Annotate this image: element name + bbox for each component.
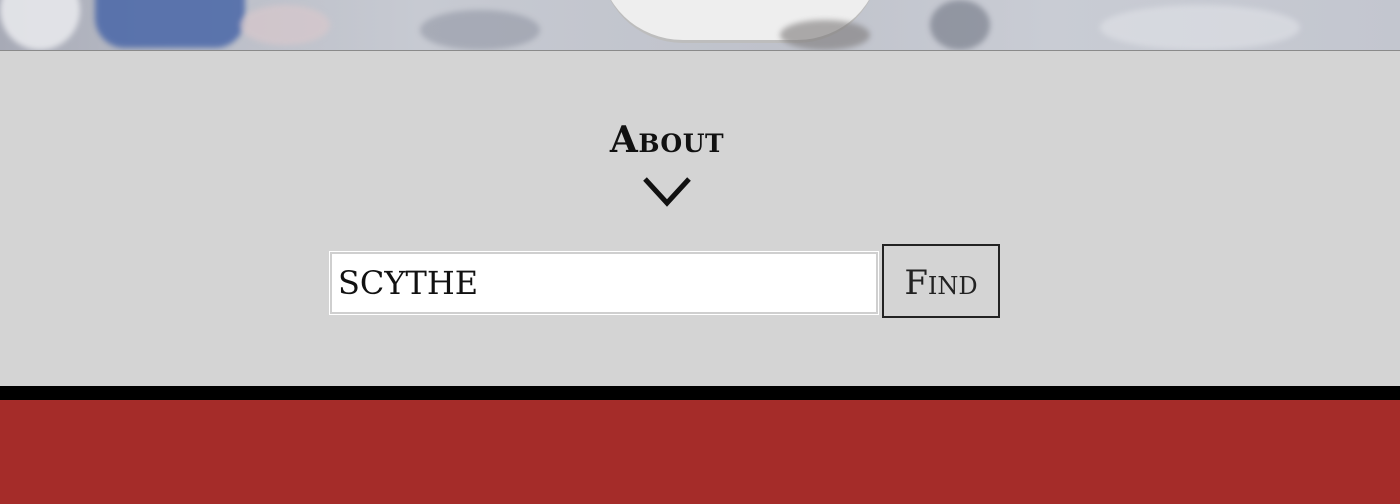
hero-image-shape (95, 0, 245, 48)
find-button[interactable]: Find (882, 244, 1000, 318)
page: About Find (0, 0, 1400, 504)
about-section (0, 51, 1400, 386)
hero-image-shape (420, 10, 540, 50)
hero-image-shape (930, 0, 990, 50)
hero-image-shape (240, 5, 330, 45)
about-heading[interactable]: About (0, 118, 1334, 162)
hero-image-shape (1100, 5, 1300, 50)
search-input[interactable] (329, 251, 879, 315)
chevron-down-icon[interactable] (642, 174, 692, 210)
hero-image (0, 0, 1400, 51)
hero-image-shape (0, 0, 80, 50)
footer-band (0, 400, 1400, 504)
hero-image-shape (780, 20, 870, 50)
section-divider (0, 386, 1400, 400)
